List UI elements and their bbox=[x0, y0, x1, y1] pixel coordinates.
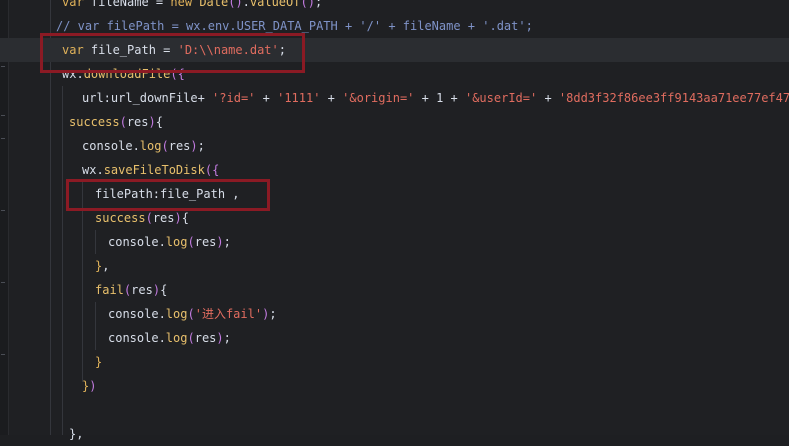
code-token: + bbox=[255, 91, 278, 105]
code-editor[interactable]: var fileName = new Date().valueOf();// v… bbox=[0, 0, 789, 441]
code-token: ( bbox=[187, 331, 195, 345]
code-token: res bbox=[152, 211, 175, 225]
code-token: '&userId=' bbox=[464, 91, 538, 105]
code-token: ; bbox=[197, 139, 205, 153]
code-token: Date bbox=[199, 0, 229, 9]
code-token: { bbox=[155, 115, 163, 129]
code-text: console.log(res); bbox=[108, 230, 231, 254]
code-line[interactable]: }, bbox=[0, 422, 789, 446]
code-token: + bbox=[537, 91, 559, 105]
code-token: , bbox=[102, 259, 110, 273]
code-token: // var filePath = wx.env.USER_DATA_PATH … bbox=[56, 19, 533, 33]
code-line[interactable]: console.log('进入fail'); bbox=[0, 302, 789, 326]
code-text: var fileName = new Date().valueOf(); bbox=[62, 0, 322, 14]
code-text: console.log('进入fail'); bbox=[108, 302, 277, 326]
code-text: console.log(res); bbox=[108, 326, 231, 350]
code-token: success bbox=[69, 115, 120, 129]
code-token: () bbox=[300, 0, 315, 9]
code-line[interactable]: console.log(res); bbox=[0, 134, 789, 158]
code-text: }, bbox=[95, 254, 109, 278]
code-line[interactable]: }) bbox=[0, 374, 789, 398]
code-token: ; bbox=[223, 331, 231, 345]
code-token: ({ bbox=[204, 163, 220, 177]
code-line[interactable]: url:url_downFile+ '?id=' + '1111' + '&or… bbox=[0, 86, 789, 110]
code-token: () bbox=[228, 0, 243, 9]
code-token: ) bbox=[190, 139, 198, 153]
code-line[interactable]: console.log(res); bbox=[0, 326, 789, 350]
code-token: ( bbox=[187, 235, 195, 249]
code-token: ; bbox=[269, 307, 277, 321]
code-token: ) bbox=[216, 235, 224, 249]
code-line[interactable]: console.log(res); bbox=[0, 230, 789, 254]
code-token: ; bbox=[314, 0, 323, 9]
code-token: console. bbox=[108, 235, 166, 249]
code-line[interactable]: var fileName = new Date().valueOf(); bbox=[0, 0, 789, 14]
code-token: ) bbox=[152, 283, 161, 297]
code-token: res bbox=[194, 235, 217, 249]
code-token: '进入fail' bbox=[194, 307, 263, 321]
code-token: saveFileToDisk bbox=[103, 163, 205, 177]
code-token: wx. bbox=[82, 163, 104, 177]
code-token: new bbox=[170, 0, 193, 9]
code-token: { bbox=[160, 283, 168, 297]
code-token: success bbox=[95, 211, 146, 225]
code-text: success(res){ bbox=[69, 110, 163, 134]
code-token: . bbox=[242, 0, 250, 9]
code-token: fail bbox=[95, 283, 124, 297]
highlight-box-file-path-var bbox=[40, 33, 305, 73]
code-line[interactable]: } bbox=[0, 350, 789, 374]
code-token: ) bbox=[174, 211, 182, 225]
code-token: res bbox=[131, 283, 153, 297]
code-line[interactable]: fail(res){ bbox=[0, 278, 789, 302]
code-token: fileName = bbox=[83, 0, 171, 9]
code-token: ) bbox=[216, 331, 224, 345]
code-text: } bbox=[95, 350, 102, 374]
code-token: console. bbox=[108, 331, 166, 345]
code-token: + bbox=[320, 91, 343, 105]
code-token: '?id=' bbox=[212, 91, 256, 105]
code-token: console. bbox=[108, 307, 166, 321]
code-token: console. bbox=[82, 139, 140, 153]
code-token: ( bbox=[187, 307, 195, 321]
code-token: }, bbox=[69, 427, 84, 441]
code-token: valueOf bbox=[249, 0, 301, 9]
code-token: ( bbox=[145, 211, 153, 225]
code-text: url:url_downFile+ '?id=' + '1111' + '&or… bbox=[82, 86, 789, 110]
code-token: log bbox=[165, 235, 188, 249]
code-token: ( bbox=[161, 139, 169, 153]
code-token: log bbox=[165, 307, 188, 321]
code-text: }, bbox=[69, 422, 83, 446]
code-token: ( bbox=[119, 115, 127, 129]
code-token: '&origin=' bbox=[342, 91, 415, 105]
code-text: fail(res){ bbox=[95, 278, 167, 302]
code-token: ) bbox=[148, 115, 156, 129]
code-text: }) bbox=[82, 374, 96, 398]
code-line[interactable]: success(res){ bbox=[0, 110, 789, 134]
code-token: res bbox=[194, 331, 217, 345]
code-token: var bbox=[62, 0, 84, 9]
code-token: res bbox=[126, 115, 149, 129]
code-token: '1111' bbox=[277, 91, 321, 105]
code-token: log bbox=[139, 139, 162, 153]
code-token: res bbox=[168, 139, 191, 153]
code-token: ; bbox=[223, 235, 231, 249]
code-token: { bbox=[181, 211, 189, 225]
code-token: url:url_downFile+ bbox=[82, 91, 213, 105]
code-line[interactable]: }, bbox=[0, 254, 789, 278]
code-token: + 1 + bbox=[414, 91, 465, 105]
highlight-box-file-path-arg bbox=[66, 179, 270, 211]
code-token: log bbox=[165, 331, 188, 345]
code-token: '8dd3f32f86ee3ff9143aa71ee77ef475' bbox=[558, 91, 789, 105]
code-token: } bbox=[95, 355, 103, 369]
code-token: ) bbox=[89, 379, 97, 393]
code-text: console.log(res); bbox=[82, 134, 205, 158]
